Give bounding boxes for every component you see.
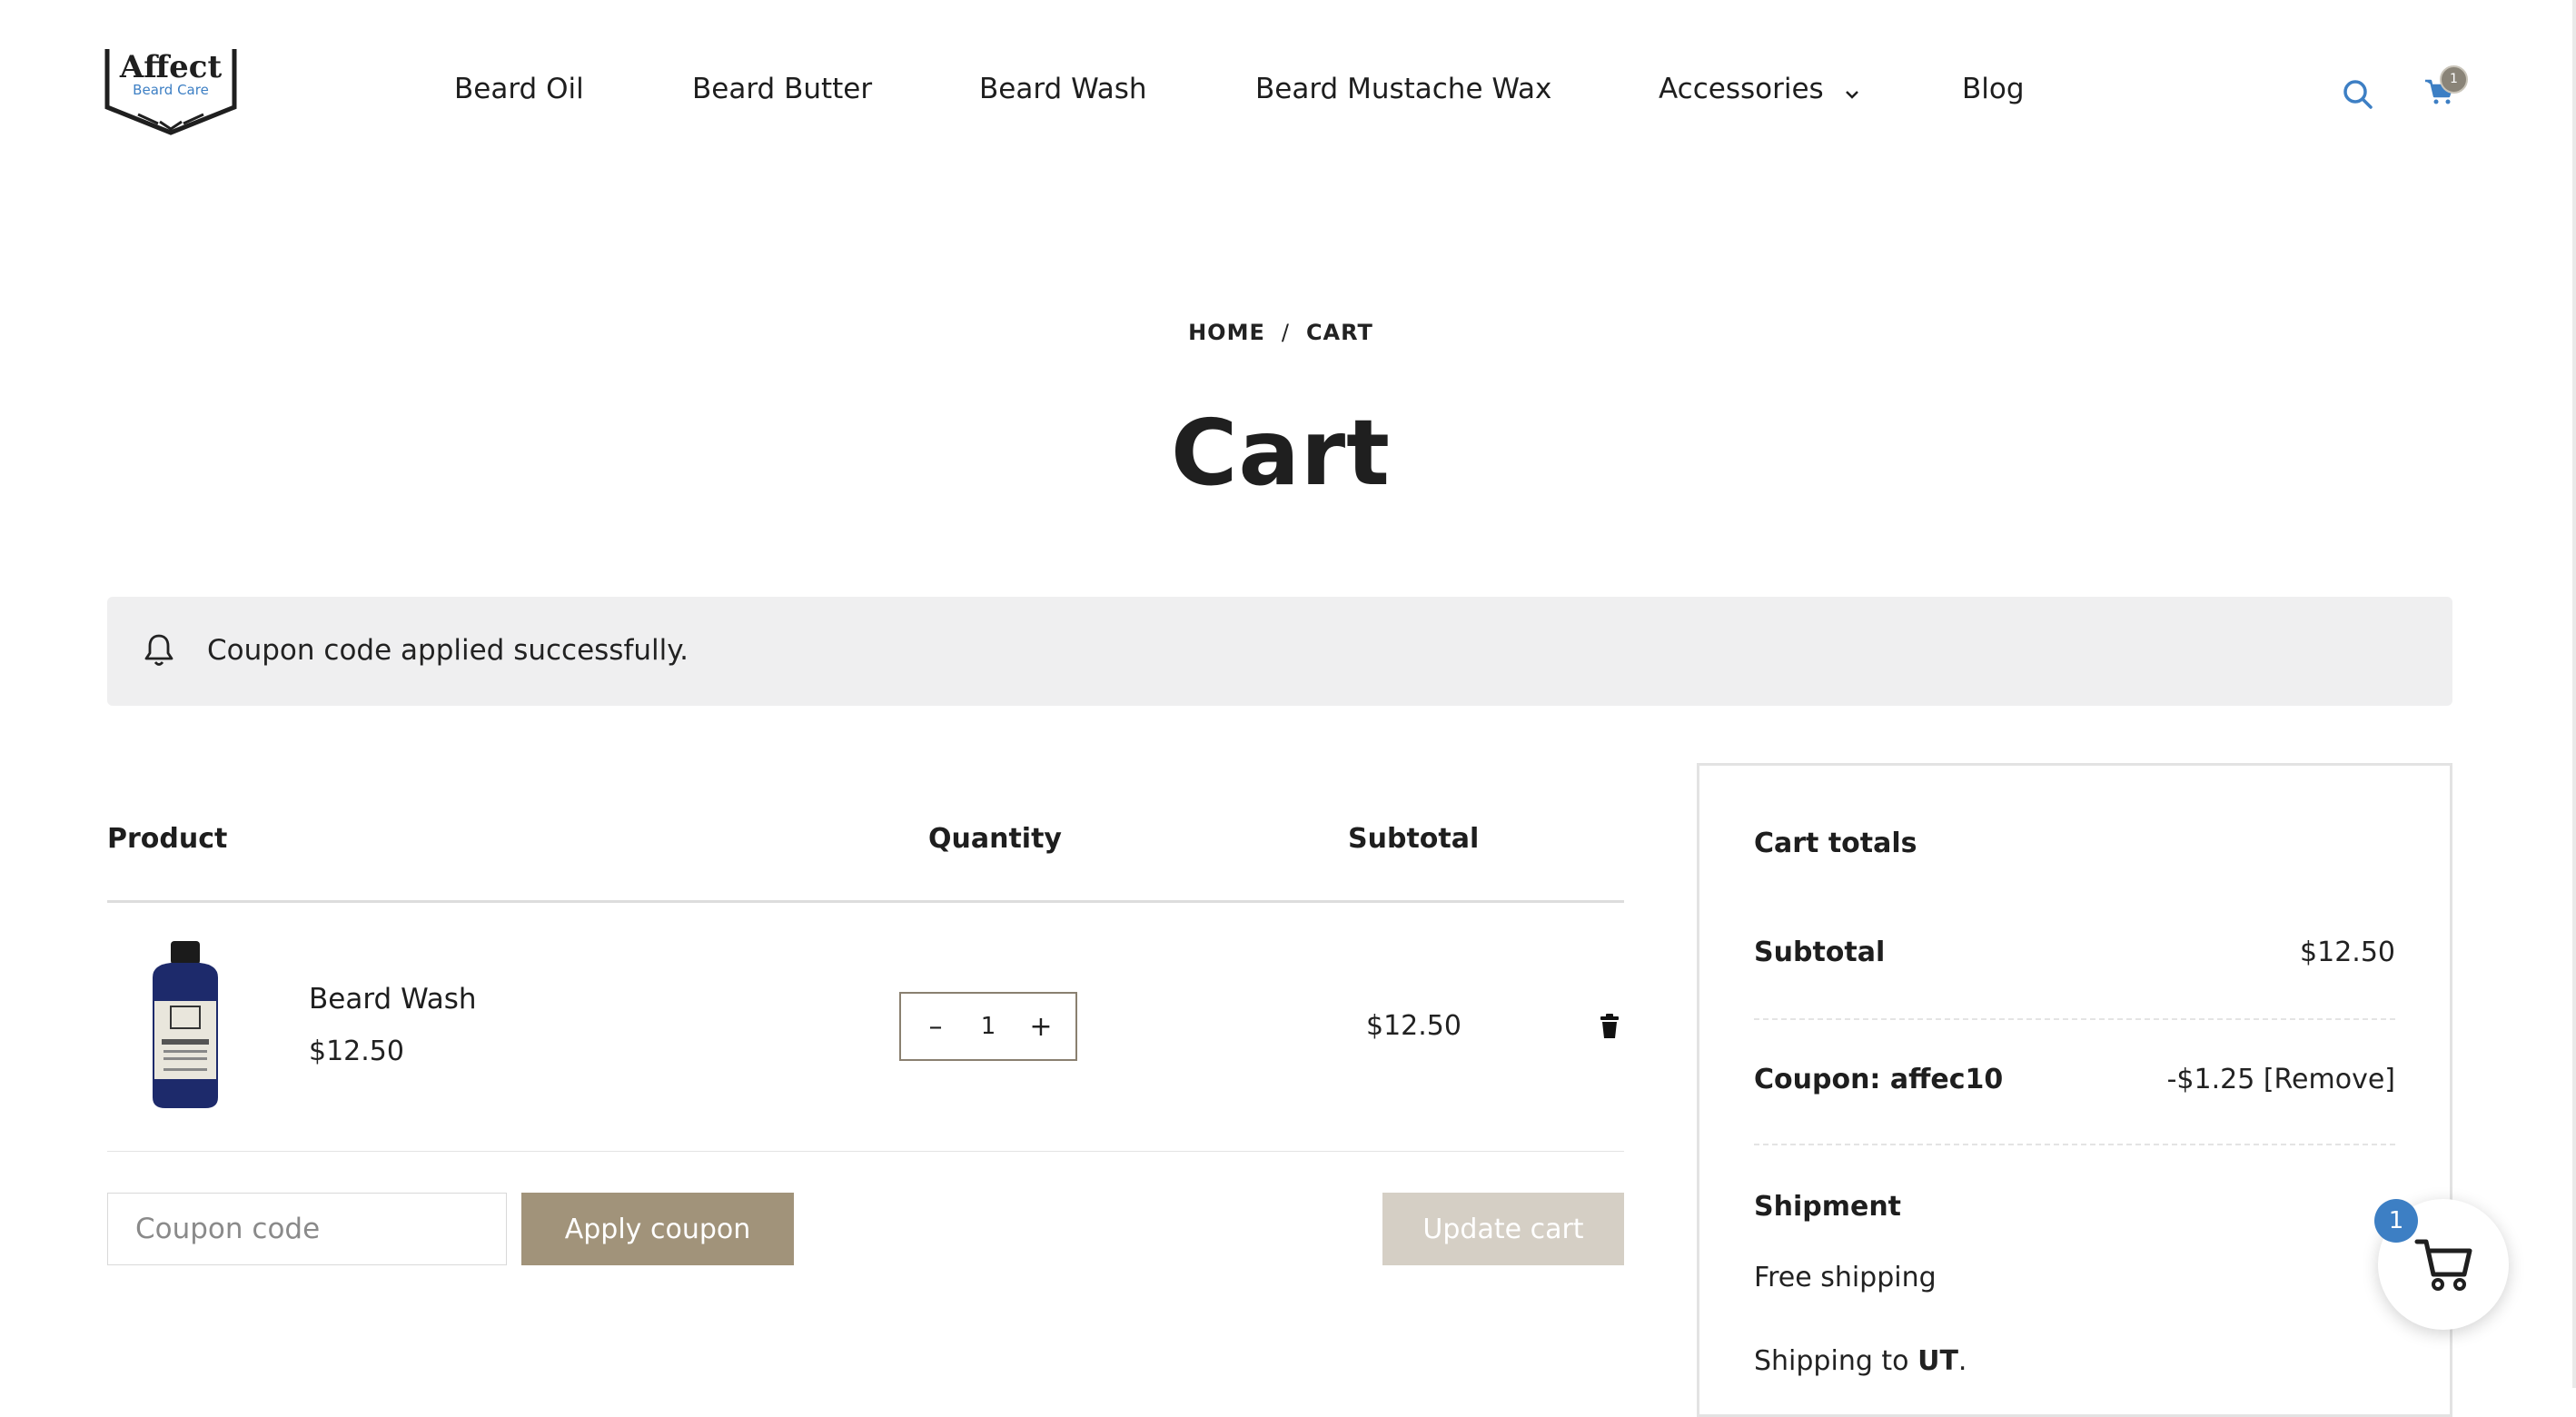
coupon-code-input[interactable]	[107, 1193, 507, 1265]
shipping-region: UT	[1917, 1345, 1958, 1377]
cart-totals-heading: Cart totals	[1754, 827, 1917, 859]
trash-icon[interactable]	[1599, 1014, 1620, 1043]
breadcrumb-home[interactable]: HOME	[1188, 320, 1265, 345]
coupon-applied-notice: Coupon code applied successfully.	[107, 597, 2452, 706]
nav-beard-butter[interactable]: Beard Butter	[692, 73, 872, 105]
shipping-method: Free shipping	[1754, 1262, 1937, 1293]
column-header-product: Product	[107, 823, 228, 855]
coupon-discount-amount: -$1.25	[2166, 1064, 2255, 1095]
page-title: Cart	[1171, 400, 1391, 506]
scrollbar-track[interactable]	[2572, 0, 2576, 1388]
search-icon[interactable]	[2342, 78, 2374, 114]
totals-subtotal-value: $12.50	[2300, 936, 2395, 968]
shipping-destination: Shipping to UT.	[1754, 1345, 1967, 1377]
product-price: $12.50	[309, 1036, 404, 1067]
table-header-divider	[107, 900, 1624, 903]
nav-beard-mustache-wax[interactable]: Beard Mustache Wax	[1255, 73, 1551, 105]
product-thumbnail[interactable]	[144, 941, 227, 1110]
page: Affect Beard Care Beard Oil Beard Butter…	[0, 0, 2576, 1417]
shipping-to-prefix: Shipping to	[1754, 1345, 1909, 1377]
shipping-to-suffix: .	[1957, 1345, 1967, 1377]
logo-tagline: Beard Care	[133, 82, 209, 98]
site-logo[interactable]: Affect Beard Care	[102, 44, 240, 136]
apply-coupon-button[interactable]: Apply coupon	[521, 1193, 794, 1265]
bell-icon	[144, 633, 174, 671]
column-header-quantity: Quantity	[928, 823, 1062, 855]
quantity-decrease-button[interactable]: –	[923, 1011, 948, 1043]
totals-divider	[1754, 1144, 2395, 1145]
cart-totals-panel: Cart totals Subtotal $12.50 Coupon: affe…	[1697, 763, 2452, 1417]
floating-cart-count-badge: 1	[2374, 1199, 2418, 1243]
totals-coupon-label: Coupon: affec10	[1754, 1064, 2004, 1095]
nav-accessories-label: Accessories	[1659, 73, 1824, 105]
quantity-value[interactable]: 1	[981, 1013, 996, 1040]
totals-coupon-value: -$1.25 [Remove]	[2167, 1064, 2395, 1095]
logo-text: Affect	[119, 49, 223, 85]
nav-beard-oil[interactable]: Beard Oil	[454, 73, 584, 105]
shopping-cart-icon	[2414, 1239, 2472, 1291]
chevron-down-icon	[1844, 74, 1860, 107]
update-cart-button[interactable]: Update cart	[1382, 1193, 1624, 1265]
totals-subtotal-label: Subtotal	[1754, 936, 1886, 968]
breadcrumb-separator: /	[1281, 320, 1290, 345]
notice-text: Coupon code applied successfully.	[207, 634, 689, 667]
table-row-divider	[107, 1151, 1624, 1152]
quantity-increase-button[interactable]: +	[1028, 1011, 1054, 1043]
column-header-subtotal: Subtotal	[1348, 823, 1480, 855]
remove-coupon-link[interactable]: [Remove]	[2264, 1064, 2395, 1095]
line-subtotal: $12.50	[1366, 1010, 1461, 1042]
nav-accessories[interactable]: Accessories	[1659, 73, 1860, 107]
totals-divider	[1754, 1018, 2395, 1020]
quantity-stepper[interactable]: – 1 +	[899, 992, 1077, 1061]
breadcrumb-current: CART	[1305, 320, 1373, 345]
header-cart-count-badge: 1	[2440, 65, 2468, 94]
nav-blog[interactable]: Blog	[1962, 73, 2025, 105]
breadcrumb: HOME / CART	[0, 320, 2561, 345]
product-name[interactable]: Beard Wash	[309, 983, 477, 1016]
shipment-label: Shipment	[1754, 1191, 1902, 1223]
nav-beard-wash[interactable]: Beard Wash	[979, 73, 1147, 105]
